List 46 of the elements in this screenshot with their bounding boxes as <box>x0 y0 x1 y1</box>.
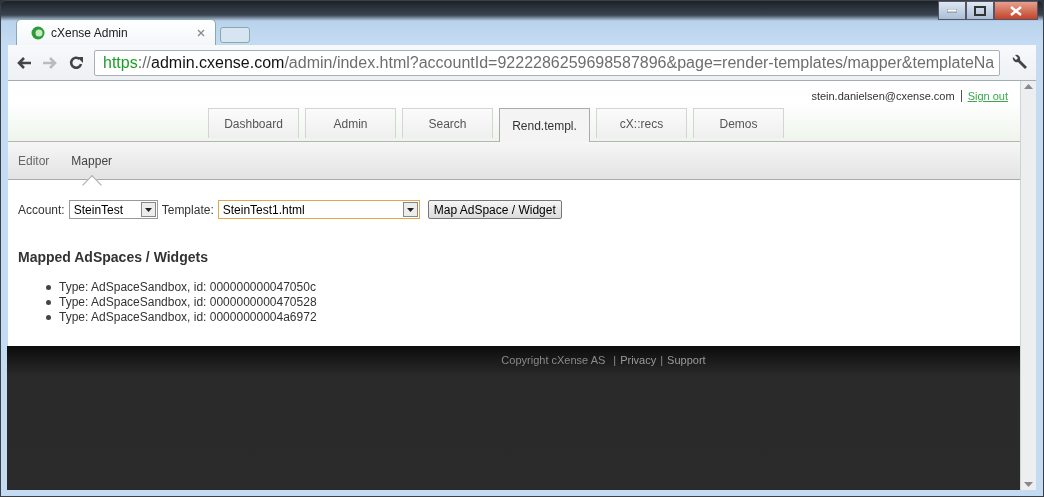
minimize-icon <box>947 8 957 13</box>
account-select[interactable]: SteinTest <box>68 200 158 219</box>
url-text: https://admin.cxense.com/admin/index.html?accountId=9222286259698587896&page=render-templates/mapper&templateNa <box>103 52 995 73</box>
nav-tab[interactable]: Dashboard <box>208 108 299 138</box>
user-email: stein.danielsen@cxense.com <box>811 89 955 104</box>
account-label: Account: <box>18 201 65 219</box>
logo-icon <box>31 25 45 40</box>
dropdown-arrow-icon <box>144 207 152 212</box>
separator-text: | <box>613 353 617 368</box>
browser-tab[interactable]: cXense Admin <box>16 19 216 45</box>
back-icon[interactable] <box>16 55 32 70</box>
nav-tab[interactable]: Demos <box>693 108 784 138</box>
close-button[interactable] <box>994 1 1038 20</box>
list-item: Type: AdSpaceSandbox, id: 000000000047050c <box>59 280 316 295</box>
scrollbar[interactable] <box>1020 81 1036 490</box>
minimize-button[interactable] <box>938 1 966 20</box>
map-button[interactable]: Map AdSpace / Widget <box>427 200 562 219</box>
bullet-icon <box>46 315 51 320</box>
bullet-icon <box>46 300 51 305</box>
close-icon[interactable] <box>197 28 205 37</box>
address-bar[interactable]: https://admin.cxense.com/admin/index.html?accountId=9222286259698587896&page=render-templates/mapper&templateNa <box>94 49 1000 76</box>
wrench-icon[interactable] <box>1010 53 1028 72</box>
nav-tab[interactable]: cX::recs <box>596 108 687 138</box>
list-item: Type: AdSpaceSandbox, id: 00000000004a6972 <box>59 310 317 325</box>
template-label: Template: <box>161 201 214 219</box>
tab-title: cXense Admin <box>51 24 128 42</box>
sub-tab[interactable]: Editor <box>18 151 50 170</box>
close-icon <box>1010 5 1022 16</box>
scroll-up-icon[interactable] <box>1024 84 1033 89</box>
footer-link[interactable]: Privacy <box>620 352 657 490</box>
bullet-icon <box>46 285 51 290</box>
reload-icon[interactable] <box>68 54 84 71</box>
maximize-button[interactable] <box>966 1 994 20</box>
separator-text: | <box>660 353 664 368</box>
sub-tab[interactable]: Mapper <box>71 151 113 170</box>
scroll-down-icon[interactable] <box>1024 482 1033 487</box>
template-select[interactable]: SteinTest1.html <box>217 200 420 219</box>
dropdown-arrow-icon <box>406 207 414 212</box>
nav-tab[interactable]: Rend.templ. <box>499 108 590 142</box>
copyright-text: Copyright cXense AS <box>501 353 606 368</box>
nav-tab[interactable]: Search <box>402 108 493 138</box>
footer-link[interactable]: Support <box>667 352 706 490</box>
list-item: Type: AdSpaceSandbox, id: 0000000000470528 <box>59 295 317 310</box>
section-heading: Mapped AdSpaces / Widgets <box>18 248 209 267</box>
nav-tab[interactable]: Admin <box>305 108 396 138</box>
maximize-icon <box>974 5 986 16</box>
